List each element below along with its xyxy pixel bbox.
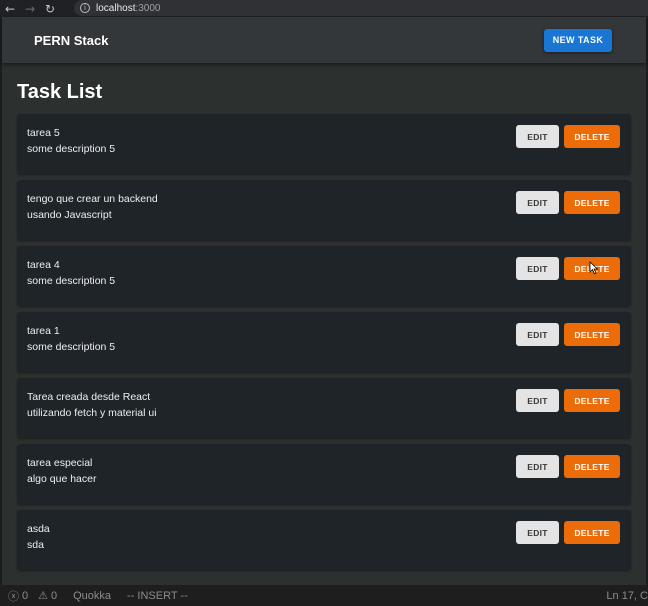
- task-description: some description 5: [27, 275, 116, 287]
- task-text: tengo que crear un backend usando Javasc…: [27, 191, 158, 223]
- task-card: tengo que crear un backend usando Javasc…: [17, 180, 631, 240]
- task-actions: EDIT DELETE: [516, 191, 620, 214]
- task-card: asda sda EDIT DELETE: [17, 510, 631, 570]
- error-count[interactable]: 0: [22, 590, 28, 602]
- delete-button[interactable]: DELETE: [564, 389, 620, 412]
- task-description: usando Javascript: [27, 209, 112, 221]
- delete-button[interactable]: DELETE: [564, 191, 620, 214]
- task-text: tarea 1 some description 5: [27, 323, 115, 355]
- task-description: utilizando fetch y material ui: [27, 407, 157, 419]
- reload-icon[interactable]: ↻: [40, 0, 60, 17]
- task-actions: EDIT DELETE: [516, 389, 620, 412]
- task-card: tarea especial algo que hacer EDIT DELET…: [17, 444, 631, 504]
- task-title: asda: [27, 523, 50, 535]
- warning-count[interactable]: 0: [51, 590, 57, 602]
- task-card: Tarea creada desde React utilizando fetc…: [17, 378, 631, 438]
- task-text: Tarea creada desde React utilizando fetc…: [27, 389, 157, 421]
- task-title: tarea 1: [27, 325, 60, 337]
- task-description: algo que hacer: [27, 473, 97, 485]
- forward-arrow-icon[interactable]: →: [20, 0, 40, 17]
- task-card: tarea 1 some description 5 EDIT DELETE: [17, 312, 631, 372]
- task-actions: EDIT DELETE: [516, 257, 620, 280]
- task-title: tarea especial: [27, 457, 93, 469]
- edit-button[interactable]: EDIT: [516, 389, 559, 412]
- url-host: localhost: [96, 2, 136, 14]
- task-actions: EDIT DELETE: [516, 521, 620, 544]
- edit-button[interactable]: EDIT: [516, 191, 559, 214]
- task-list: tarea 5 some description 5 EDIT DELETE t…: [17, 114, 631, 570]
- task-text: asda sda: [27, 521, 50, 553]
- error-icon[interactable]: ⓧ: [8, 588, 19, 604]
- quokka-status[interactable]: Quokka: [73, 590, 111, 602]
- task-title: tarea 4: [27, 259, 60, 271]
- cursor-position[interactable]: Ln 17, C: [606, 590, 648, 602]
- task-text: tarea 4 some description 5: [27, 257, 115, 289]
- vim-mode: -- INSERT --: [127, 589, 188, 602]
- edit-button[interactable]: EDIT: [516, 257, 559, 280]
- edit-button[interactable]: EDIT: [516, 521, 559, 544]
- task-description: sda: [27, 539, 44, 551]
- task-actions: EDIT DELETE: [516, 323, 620, 346]
- task-actions: EDIT DELETE: [516, 125, 620, 148]
- delete-button[interactable]: DELETE: [564, 455, 620, 478]
- address-bar[interactable]: i localhost:3000: [74, 0, 648, 16]
- warning-icon[interactable]: ⚠: [38, 589, 48, 602]
- new-task-button[interactable]: NEW TASK: [544, 28, 612, 52]
- page-title: Task List: [17, 81, 103, 103]
- delete-button[interactable]: DELETE: [564, 521, 620, 544]
- task-card: tarea 4 some description 5 EDIT DELETE: [17, 246, 631, 306]
- app-header: PERN Stack NEW TASK: [2, 17, 646, 63]
- task-description: some description 5: [27, 341, 116, 353]
- main-content: Task List tarea 5 some description 5 EDI…: [2, 63, 646, 570]
- info-icon[interactable]: i: [80, 3, 90, 13]
- task-title: tengo que crear un backend: [27, 193, 158, 205]
- back-arrow-icon[interactable]: ←: [0, 0, 20, 17]
- editor-status-bar: ⓧ 0 ⚠ 0 Quokka -- INSERT -- Ln 17, C: [0, 585, 648, 606]
- delete-button[interactable]: DELETE: [564, 323, 620, 346]
- delete-button[interactable]: DELETE: [564, 125, 620, 148]
- cursor-icon: [589, 261, 599, 275]
- task-title: Tarea creada desde React: [27, 391, 151, 403]
- task-title: tarea 5: [27, 127, 60, 139]
- app-brand[interactable]: PERN Stack: [34, 33, 108, 48]
- task-actions: EDIT DELETE: [516, 455, 620, 478]
- task-card: tarea 5 some description 5 EDIT DELETE: [17, 114, 631, 174]
- task-description: some description 5: [27, 143, 116, 155]
- task-text: tarea especial algo que hacer: [27, 455, 96, 487]
- task-text: tarea 5 some description 5: [27, 125, 115, 157]
- edit-button[interactable]: EDIT: [516, 323, 559, 346]
- edit-button[interactable]: EDIT: [516, 455, 559, 478]
- edit-button[interactable]: EDIT: [516, 125, 559, 148]
- url-port: :3000: [135, 2, 161, 14]
- browser-toolbar: ← → ↻ i localhost:3000: [0, 0, 648, 17]
- app-window: PERN Stack NEW TASK Task List tarea 5 so…: [0, 17, 648, 585]
